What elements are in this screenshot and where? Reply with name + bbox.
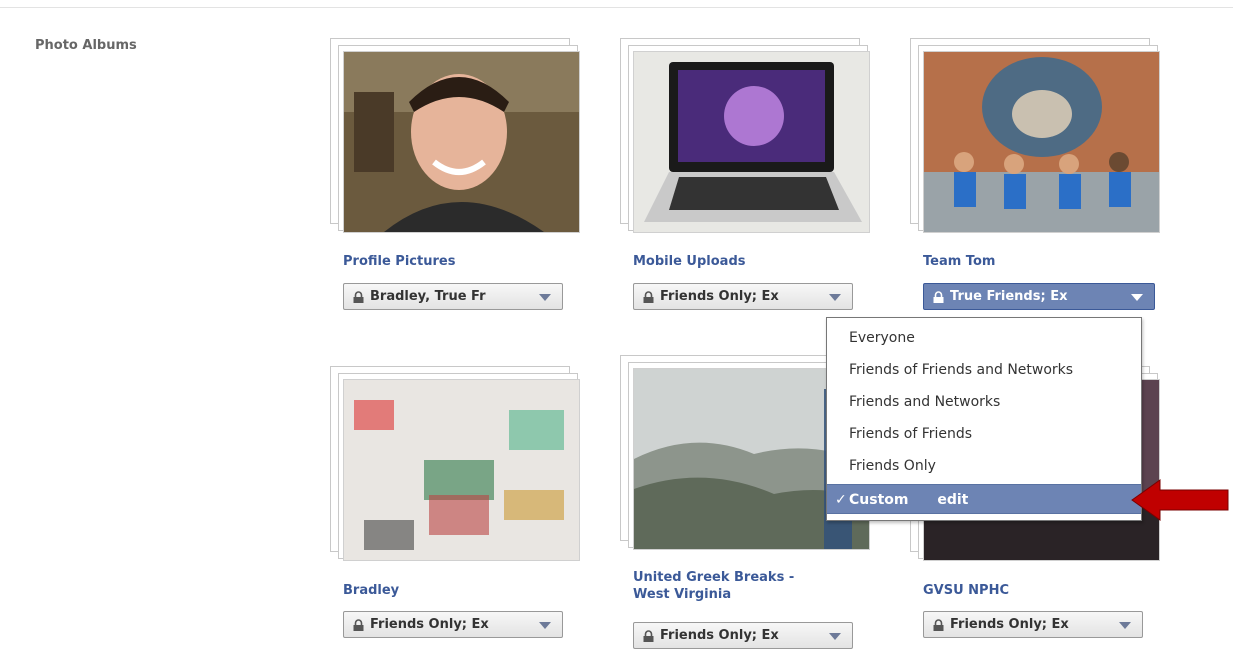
lock-icon (933, 290, 944, 303)
album-photo[interactable] (343, 51, 580, 233)
chevron-down-icon (539, 294, 551, 301)
album-title[interactable]: United Greek Breaks - West Virginia (633, 569, 893, 603)
privacy-dropdown[interactable]: Friends Only; Ex (633, 283, 853, 310)
album-cover[interactable] (620, 38, 878, 238)
section-label: Photo Albums (35, 38, 137, 53)
menu-item-everyone[interactable]: Everyone (827, 323, 1141, 353)
menu-item-label: Custom (849, 492, 909, 508)
red-arrow-icon (1131, 479, 1229, 521)
menu-item-friends-of-friends[interactable]: Friends of Friends (827, 419, 1141, 449)
lock-icon (353, 618, 364, 631)
privacy-menu: Everyone Friends of Friends and Networks… (826, 317, 1142, 521)
album-cover[interactable] (910, 38, 1168, 238)
menu-item-friends-only[interactable]: Friends Only (827, 451, 1141, 481)
lock-icon (643, 290, 654, 303)
chevron-down-icon (1119, 622, 1131, 629)
lock-icon (353, 290, 364, 303)
privacy-dropdown-open[interactable]: True Friends; Ex (923, 283, 1155, 310)
menu-item-friends-of-friends-and-networks[interactable]: Friends of Friends and Networks (827, 355, 1141, 385)
chevron-down-icon (829, 294, 841, 301)
album-photo[interactable] (633, 51, 870, 233)
album-profile-pictures: Profile Pictures Bradley, True Fr (330, 38, 590, 310)
privacy-dropdown[interactable]: Bradley, True Fr (343, 283, 563, 310)
checkmark-icon: ✓ (835, 492, 847, 508)
album-mobile-uploads: Mobile Uploads Friends Only; Ex (620, 38, 880, 310)
privacy-dropdown[interactable]: Friends Only; Ex (923, 611, 1143, 638)
chevron-down-icon (829, 633, 841, 640)
album-title[interactable]: Team Tom (923, 253, 1183, 270)
privacy-dropdown[interactable]: Friends Only; Ex (633, 622, 853, 649)
album-photo[interactable] (343, 379, 580, 561)
menu-item-friends-and-networks[interactable]: Friends and Networks (827, 387, 1141, 417)
privacy-dropdown[interactable]: Friends Only; Ex (343, 611, 563, 638)
menu-item-custom[interactable]: ✓ Custom edit (827, 484, 1141, 514)
album-title[interactable]: Profile Pictures (343, 253, 603, 270)
chevron-down-icon (1131, 294, 1143, 301)
top-divider (0, 7, 1233, 8)
album-title[interactable]: Bradley (343, 582, 603, 599)
chevron-down-icon (539, 622, 551, 629)
album-cover[interactable] (330, 38, 588, 238)
lock-icon (933, 618, 944, 631)
lock-icon (643, 629, 654, 642)
album-team-tom: Team Tom True Friends; Ex (910, 38, 1170, 310)
album-title[interactable]: Mobile Uploads (633, 253, 893, 270)
album-cover[interactable] (330, 366, 588, 566)
album-title[interactable]: GVSU NPHC (923, 582, 1183, 599)
album-photo[interactable] (923, 51, 1160, 233)
edit-link[interactable]: edit (937, 492, 968, 508)
album-bradley: Bradley Friends Only; Ex (330, 366, 590, 638)
